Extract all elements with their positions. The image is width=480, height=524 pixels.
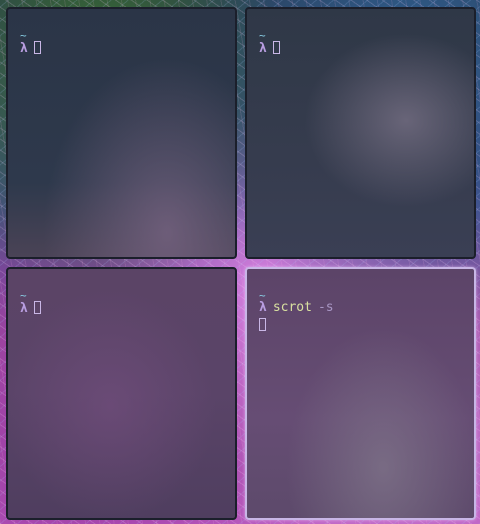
- prompt-line: λ: [259, 41, 280, 56]
- lambda-prompt-icon: λ: [259, 300, 267, 315]
- prompt-line: λ: [20, 301, 41, 316]
- terminal-window-top-left[interactable]: ~ λ: [6, 7, 237, 259]
- command-line: λ scrot -s: [259, 301, 334, 315]
- terminal-window-bottom-left[interactable]: ~ λ: [6, 267, 237, 520]
- text-cursor: [259, 318, 266, 331]
- command-text: scrot: [272, 300, 312, 315]
- lambda-prompt-icon: λ: [259, 41, 267, 56]
- lambda-prompt-icon: λ: [20, 41, 28, 56]
- text-cursor: [272, 41, 280, 54]
- text-cursor: [33, 41, 41, 54]
- terminal-window-top-right[interactable]: ~ λ: [245, 7, 476, 259]
- prompt-line: λ: [20, 41, 41, 56]
- cursor-line: [259, 318, 266, 333]
- lambda-prompt-icon: λ: [20, 301, 28, 316]
- terminal-window-bottom-right[interactable]: ~ λ scrot -s: [245, 267, 476, 520]
- text-cursor: [33, 301, 41, 314]
- command-argument: -s: [317, 300, 334, 315]
